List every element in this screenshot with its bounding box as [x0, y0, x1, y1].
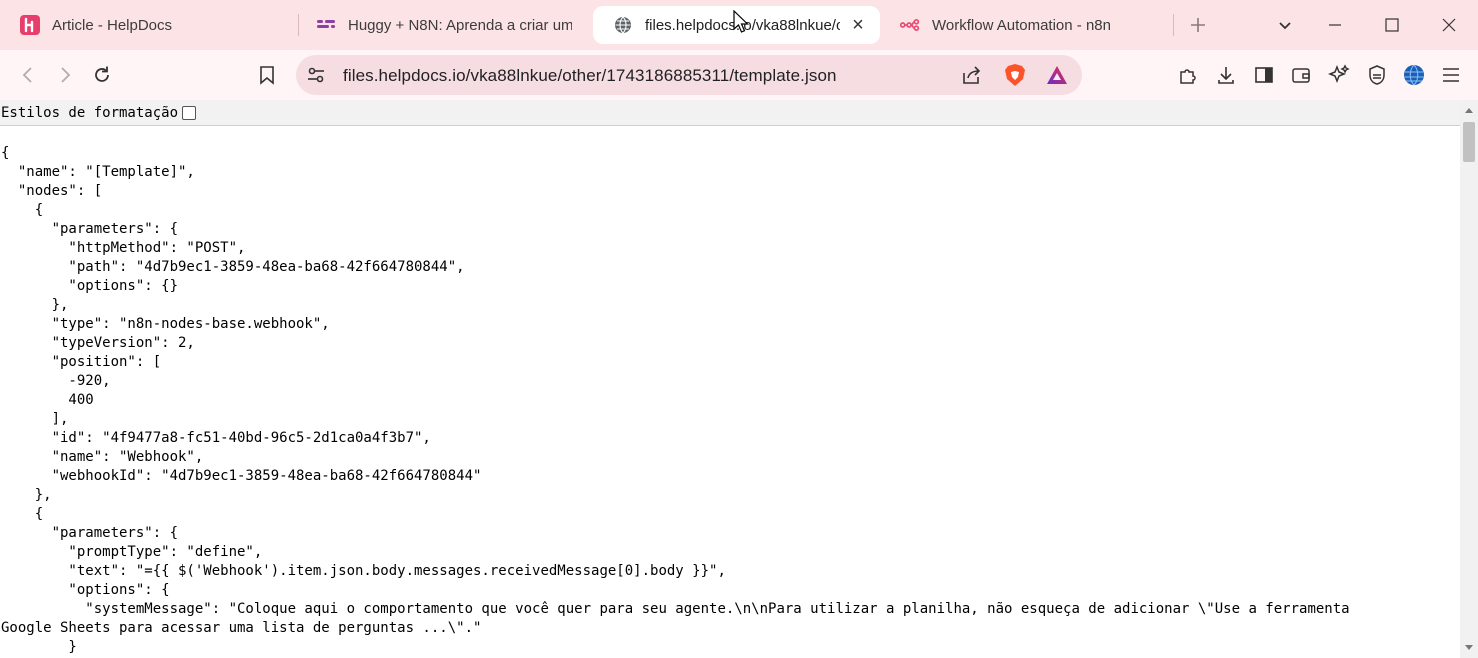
address-bar[interactable]: files.helpdocs.io/vka88lnkue/other/17431…	[296, 55, 1082, 95]
reload-icon[interactable]	[89, 62, 115, 88]
json-line: {	[1, 145, 10, 161]
tab-title: Article - HelpDocs	[52, 16, 173, 34]
back-arrow-icon[interactable]	[15, 62, 41, 88]
json-line: "id": "4f9477a8-fc51-40bd-96c5-2d1ca0a4f…	[1, 430, 431, 446]
url-text: files.helpdocs.io/vka88lnkue/other/17431…	[343, 66, 837, 85]
download-icon[interactable]	[1213, 62, 1239, 88]
tab-title: Huggy + N8N: Aprenda a criar um	[348, 16, 572, 34]
leo-ai-sparkle-icon[interactable]	[1326, 62, 1352, 88]
json-line: "options": {	[1, 582, 170, 598]
json-line: "type": "n8n-nodes-base.webhook",	[1, 316, 330, 332]
maximize-window-icon[interactable]	[1379, 12, 1405, 38]
share-icon[interactable]	[960, 65, 982, 90]
sidebar-panel-icon[interactable]	[1251, 62, 1277, 88]
tab-separator	[1173, 14, 1174, 36]
bookmark-icon[interactable]	[254, 62, 280, 88]
brave-shields-icon[interactable]	[1004, 63, 1026, 92]
huggy-icon	[316, 15, 336, 35]
site-settings-icon[interactable]	[306, 65, 326, 90]
n8n-icon	[900, 15, 920, 35]
json-line: "position": [	[1, 354, 162, 370]
tab-huggy-n8n[interactable]: Huggy + N8N: Aprenda a criar um	[296, 6, 584, 44]
json-line: "name": "Webhook",	[1, 449, 204, 465]
helpdocs-icon	[20, 15, 40, 35]
json-line: "name": "[Template]",	[1, 164, 195, 180]
mouse-cursor-icon	[733, 9, 749, 34]
json-line: "path": "4d7b9ec1-3859-48ea-ba68-42f6647…	[1, 259, 465, 275]
json-line: Google Sheets para acessar uma lista de …	[1, 620, 482, 636]
format-toggle-checkbox[interactable]	[182, 105, 197, 120]
vpn-shield-icon[interactable]	[1364, 62, 1390, 88]
wallet-icon[interactable]	[1288, 62, 1314, 88]
json-line: "typeVersion": 2,	[1, 335, 195, 351]
json-line: 400	[1, 392, 94, 408]
json-viewer: { "name": "[Template]", "nodes": [ { "pa…	[1, 144, 1441, 657]
json-line: "nodes": [	[1, 183, 103, 199]
tab-search-chevron-down-icon[interactable]	[1272, 12, 1298, 38]
json-line: {	[1, 506, 44, 522]
forward-arrow-icon[interactable]	[52, 62, 78, 88]
brave-rewards-icon[interactable]	[1045, 64, 1069, 91]
main-menu-hamburger-icon[interactable]	[1438, 62, 1464, 88]
scrollbar-thumb[interactable]	[1463, 122, 1475, 162]
tab-article-helpdocs[interactable]: Article - HelpDocs	[0, 6, 298, 44]
close-tab-icon[interactable]: ×	[848, 15, 868, 35]
minimize-window-icon[interactable]	[1322, 12, 1348, 38]
browser-toolbar: files.helpdocs.io/vka88lnkue/other/17431…	[0, 50, 1478, 100]
format-toggle-label: Estilos de formatação	[1, 104, 179, 121]
json-line: "webhookId": "4d7b9ec1-3859-48ea-ba68-42…	[1, 468, 482, 484]
formatting-bar: Estilos de formatação	[0, 100, 1460, 126]
json-line: -920,	[1, 373, 111, 389]
json-line: "options": {}	[1, 278, 179, 294]
new-tab-icon[interactable]	[1185, 12, 1211, 38]
json-line: "promptType": "define",	[1, 544, 263, 560]
json-line: "parameters": {	[1, 221, 179, 237]
json-line: ],	[1, 411, 69, 427]
page-content: Estilos de formatação { "name": "[Templa…	[0, 100, 1478, 658]
json-line: "parameters": {	[1, 525, 179, 541]
json-line: },	[1, 487, 52, 503]
extensions-puzzle-icon[interactable]	[1175, 62, 1201, 88]
json-line: "systemMessage": "Coloque aqui o comport…	[1, 601, 1350, 617]
vertical-scrollbar[interactable]	[1460, 100, 1478, 658]
profile-avatar[interactable]	[1401, 62, 1427, 88]
json-line: "text": "={{ $('Webhook').item.json.body…	[1, 563, 726, 579]
close-window-icon[interactable]	[1436, 12, 1462, 38]
json-line: }	[1, 639, 77, 655]
scroll-down-arrow-icon[interactable]	[1460, 640, 1478, 656]
json-line: },	[1, 297, 69, 313]
globe-icon	[613, 15, 633, 35]
json-line: "httpMethod": "POST",	[1, 240, 246, 256]
scroll-up-arrow-icon[interactable]	[1460, 102, 1478, 118]
tab-workflow-automation-n8n[interactable]: Workflow Automation - n8n	[880, 6, 1172, 44]
tab-title: Workflow Automation - n8n	[932, 16, 1111, 34]
json-line: {	[1, 202, 44, 218]
